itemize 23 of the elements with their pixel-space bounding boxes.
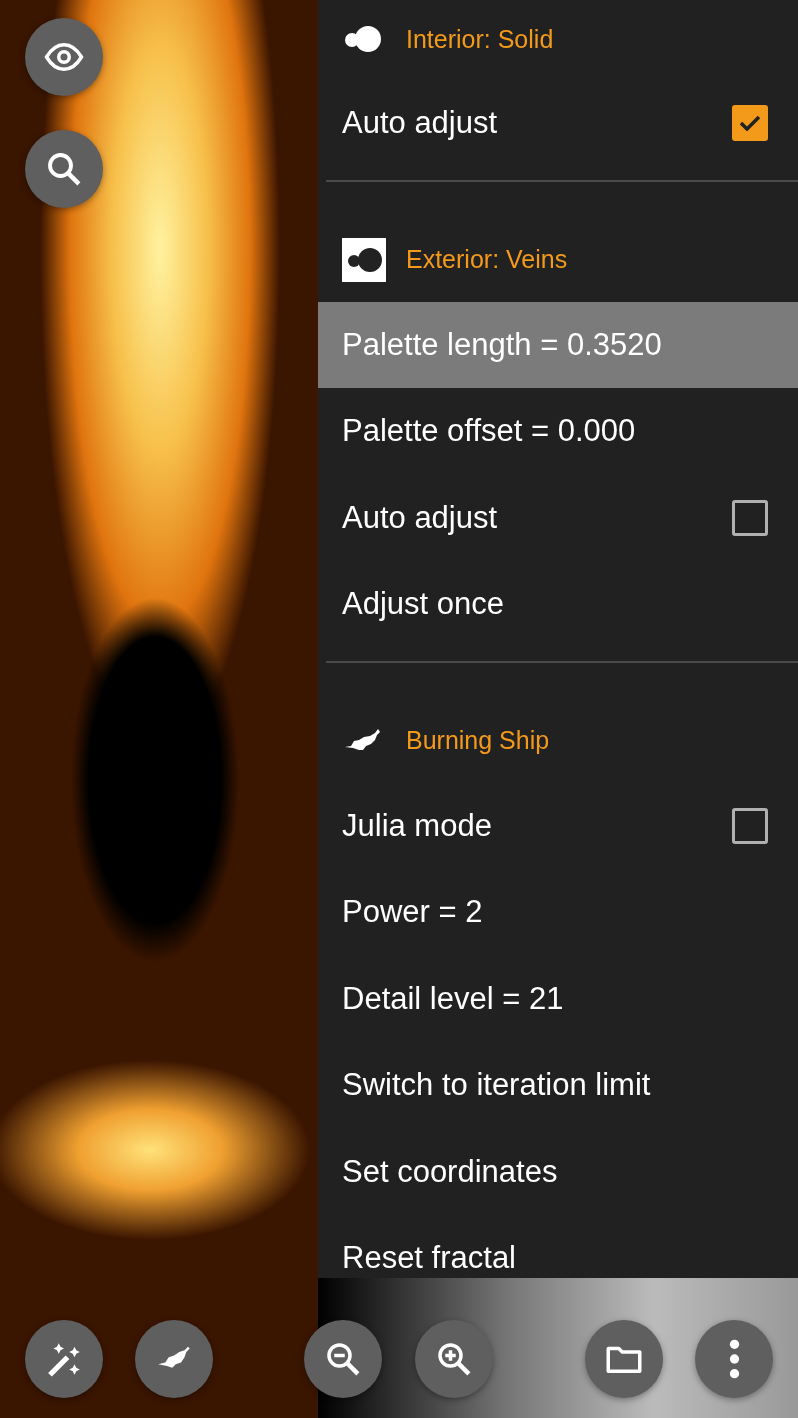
- checkbox[interactable]: [732, 105, 768, 142]
- menu-item[interactable]: Palette length = 0.3520: [318, 301, 798, 388]
- menu-item[interactable]: Reset fractal: [318, 1215, 798, 1302]
- section-title: Exterior: Veins: [406, 243, 568, 275]
- checkbox[interactable]: [732, 807, 768, 844]
- menu-label: Auto adjust: [342, 104, 498, 142]
- menu-label: Julia mode: [342, 806, 492, 845]
- menu-item[interactable]: Auto adjust: [318, 80, 798, 167]
- menu-item[interactable]: Julia mode: [318, 782, 798, 869]
- menu-item[interactable]: Auto adjust: [318, 474, 798, 561]
- circles-icon: [342, 237, 386, 282]
- menu-item[interactable]: Power = 2: [318, 869, 798, 956]
- menu-item[interactable]: Switch to iteration limit: [318, 1042, 798, 1129]
- checkbox[interactable]: [732, 499, 768, 536]
- more-options-icon: [728, 1339, 740, 1379]
- section-title: Interior: Solid: [406, 24, 554, 56]
- menu-item[interactable]: Detail level = 21: [318, 955, 798, 1042]
- menu-item[interactable]: Set coordinates: [318, 1128, 798, 1215]
- menu-label: Auto adjust: [342, 498, 498, 537]
- menu-item[interactable]: Palette offset = 0.000: [318, 388, 798, 475]
- menu-item[interactable]: Adjust once: [318, 561, 798, 648]
- section-title: Burning Ship: [406, 724, 550, 756]
- check-icon: [739, 115, 761, 132]
